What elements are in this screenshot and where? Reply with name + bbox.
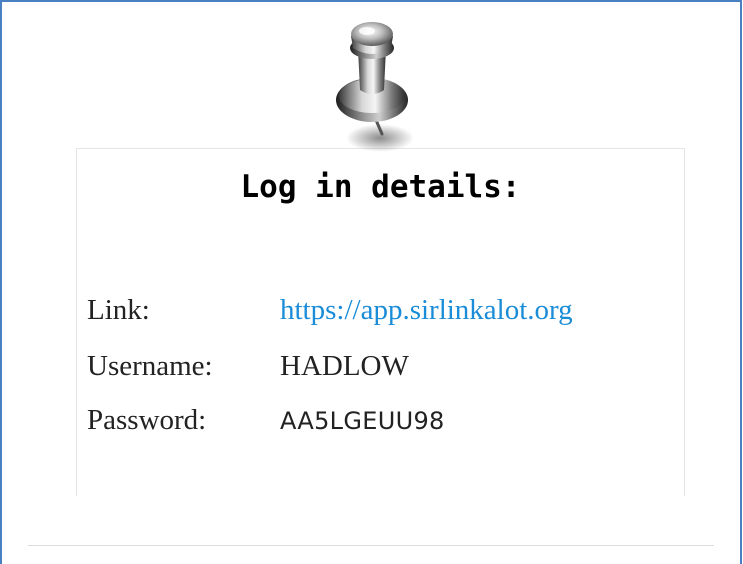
link-label: Link: — [87, 294, 150, 326]
login-link[interactable]: https://app.sirlinkalot.org — [280, 294, 573, 326]
pushpin-icon — [336, 22, 414, 152]
username-label: Username: — [87, 350, 213, 382]
password-value: AA5LGEUU98 — [280, 407, 445, 435]
username-value: HADLOW — [280, 350, 409, 382]
divider — [28, 545, 714, 546]
username-row: Username: HADLOW — [87, 350, 409, 383]
password-row: Password: AA5LGEUU98 — [87, 404, 445, 437]
link-row: Link: https://app.sirlinkalot.org — [87, 294, 573, 327]
card-title: Log in details: — [240, 169, 521, 205]
password-label: Password: — [87, 404, 207, 436]
login-details-card: Log in details: Link: https://app.sirlink… — [76, 148, 685, 496]
